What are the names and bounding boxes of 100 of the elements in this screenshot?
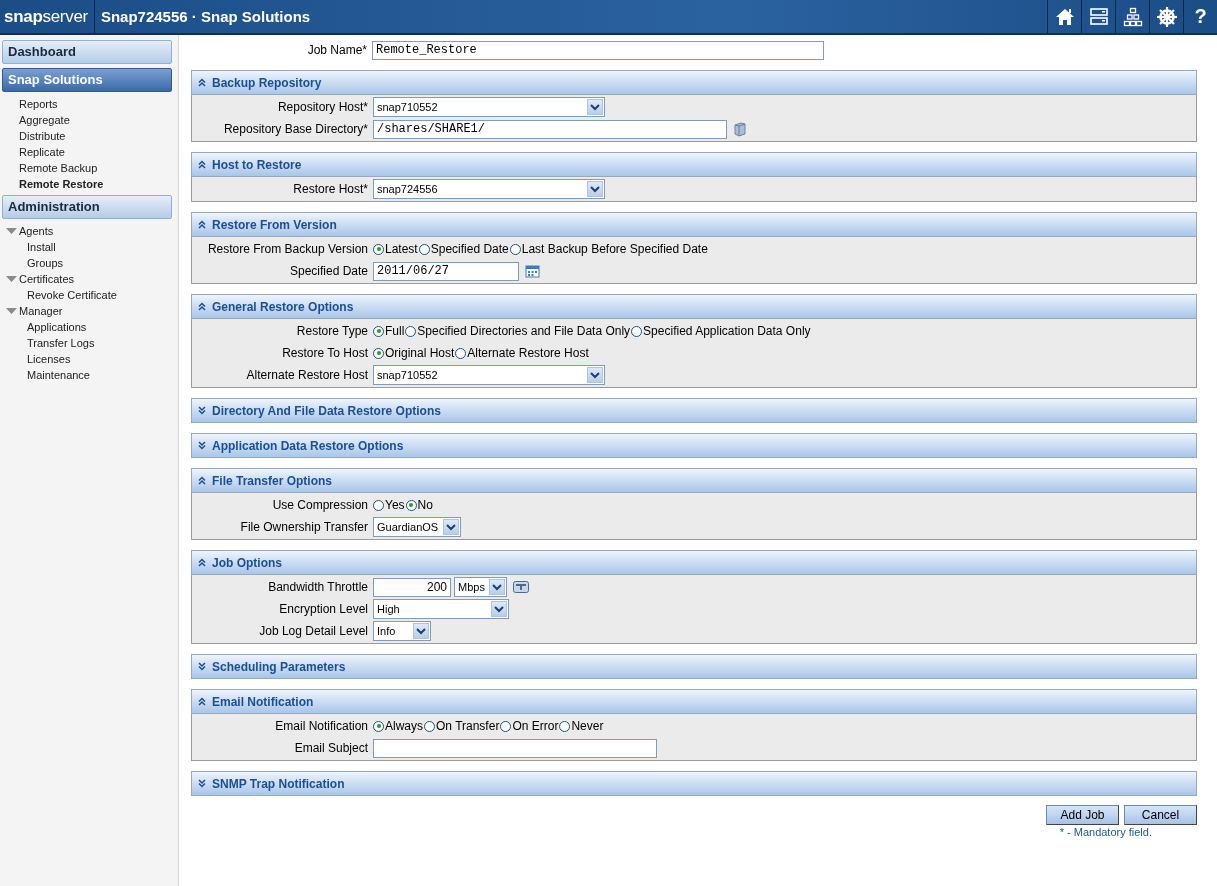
radio-label[interactable]: Original Host xyxy=(385,346,455,360)
section-header[interactable]: Host to Restore xyxy=(191,152,1197,177)
triangle-icon[interactable] xyxy=(6,275,17,283)
section-header[interactable]: Backup Repository xyxy=(191,70,1197,95)
radio-button[interactable] xyxy=(405,499,417,511)
field-label: Restore To Host xyxy=(281,346,369,360)
triangle-icon[interactable] xyxy=(6,307,17,315)
dropdown[interactable]: High xyxy=(373,599,509,619)
dropdown[interactable]: snap710552 xyxy=(373,97,605,117)
radio-label[interactable]: Last Backup Before Specified Date xyxy=(521,242,708,256)
sidebar-item[interactable]: Groups xyxy=(0,255,178,271)
radio-label[interactable]: On Error xyxy=(512,719,559,733)
section-header[interactable]: Job Options xyxy=(191,550,1197,575)
section-header[interactable]: File Transfer Options xyxy=(191,468,1197,493)
radio-button[interactable] xyxy=(559,720,571,732)
radio-button[interactable] xyxy=(373,499,384,511)
field-label: Job Log Detail Level xyxy=(258,624,369,638)
sidebar-item[interactable]: Reports xyxy=(0,96,178,112)
field-label: File Ownership Transfer xyxy=(239,520,369,534)
help-button[interactable]: ? xyxy=(1183,0,1217,33)
radio-button[interactable] xyxy=(631,325,643,337)
sidebar-item[interactable]: Remote Backup xyxy=(0,160,178,176)
radio-label[interactable]: Latest xyxy=(385,242,418,256)
sidebar-item[interactable]: Revoke Certificate xyxy=(0,287,178,303)
dropdown[interactable]: GuardianOS xyxy=(373,517,461,537)
radio-button[interactable] xyxy=(373,720,384,732)
chevron-icon[interactable] xyxy=(198,220,206,229)
radio-label[interactable]: Always xyxy=(385,719,423,733)
chevron-icon[interactable] xyxy=(198,406,206,415)
date-field[interactable]: 2011/06/27 xyxy=(373,261,519,281)
radio-button[interactable] xyxy=(373,347,384,359)
chevron-icon[interactable] xyxy=(198,476,206,485)
sidebar-group[interactable]: Manager xyxy=(19,303,63,319)
dropdown[interactable]: Info xyxy=(373,621,431,641)
radio-button[interactable] xyxy=(500,720,512,732)
chevron-icon[interactable] xyxy=(198,662,206,671)
field-label: Email Subject xyxy=(293,741,369,755)
dropdown[interactable]: snap710552 xyxy=(373,365,605,385)
sidebar-item[interactable]: Aggregate xyxy=(0,112,178,128)
sidebar-item[interactable]: Install xyxy=(0,239,178,255)
chevron-icon[interactable] xyxy=(198,160,206,169)
form-button[interactable]: Cancel xyxy=(1124,805,1197,825)
radio-label[interactable]: No xyxy=(417,498,433,512)
chevron-icon[interactable] xyxy=(198,441,206,450)
sidebar-item[interactable]: Remote Restore xyxy=(0,176,178,192)
chevron-icon[interactable] xyxy=(198,558,206,567)
unit-dropdown[interactable]: Mbps xyxy=(454,577,507,597)
section-header[interactable]: Directory And File Data Restore Options xyxy=(191,398,1197,423)
chevron-icon[interactable] xyxy=(198,78,206,87)
sidebar-item[interactable]: Maintenance xyxy=(0,367,178,383)
chevron-icon[interactable] xyxy=(198,779,206,788)
radio-label[interactable]: Never xyxy=(571,719,604,733)
field-label: Alternate Restore Host xyxy=(245,368,369,382)
radio-label[interactable]: Specified Date xyxy=(430,242,509,256)
sidebar-item[interactable]: Applications xyxy=(0,319,178,335)
sidebar-section-header[interactable]: Administration xyxy=(2,195,172,219)
radio-label[interactable]: Yes xyxy=(385,498,405,512)
server-icon[interactable] xyxy=(733,121,747,137)
calendar-icon[interactable] xyxy=(525,264,540,278)
section-header[interactable]: Email Notification xyxy=(191,689,1197,714)
radio-label[interactable]: On Transfer xyxy=(436,719,500,733)
radio-button[interactable] xyxy=(373,243,384,255)
chevron-icon[interactable] xyxy=(198,302,206,311)
radio-label[interactable]: Specified Application Data Only xyxy=(643,324,811,338)
directory-field[interactable]: /shares/SHARE1/ xyxy=(373,119,727,139)
radio-button[interactable] xyxy=(455,347,467,359)
field-label: Restore From Backup Version xyxy=(206,242,369,256)
radio-label[interactable]: Alternate Restore Host xyxy=(467,346,589,360)
sidebar-item[interactable]: Replicate xyxy=(0,144,178,160)
sidebar-group[interactable]: Certificates xyxy=(19,271,75,287)
job-name-field[interactable]: Remote_Restore xyxy=(372,40,824,60)
email-subject-field[interactable] xyxy=(373,738,657,758)
section-header[interactable]: Scheduling Parameters xyxy=(191,654,1197,679)
radio-button[interactable] xyxy=(509,243,521,255)
sidebar-item[interactable]: Licenses xyxy=(0,351,178,367)
chevron-icon[interactable] xyxy=(198,697,206,706)
field-label: Restore Host* xyxy=(292,182,369,196)
sidebar-item[interactable]: Distribute xyxy=(0,128,178,144)
sidebar-section-header[interactable]: Snap Solutions xyxy=(2,68,172,92)
bandwidth-field[interactable]: 200 xyxy=(373,577,451,597)
keyboard-icon[interactable] xyxy=(513,581,529,593)
radio-button[interactable] xyxy=(424,720,435,732)
radio-label[interactable]: Specified Directories and File Data Only xyxy=(417,324,631,338)
radio-button[interactable] xyxy=(373,325,384,337)
section-header[interactable]: Application Data Restore Options xyxy=(191,433,1197,458)
section-header[interactable]: General Restore Options xyxy=(191,294,1197,319)
radio-button[interactable] xyxy=(405,325,417,337)
sidebar-group[interactable]: Agents xyxy=(19,223,54,239)
section-header[interactable]: SNMP Trap Notification xyxy=(191,771,1197,796)
sidebar-section-header[interactable]: Dashboard xyxy=(2,40,172,64)
section-header[interactable]: Restore From Version xyxy=(191,212,1197,237)
radio-button[interactable] xyxy=(418,243,430,255)
form-button[interactable]: Add Job xyxy=(1046,805,1119,825)
triangle-icon[interactable] xyxy=(6,227,17,235)
field-label: Use Compression xyxy=(271,498,369,512)
radio-label[interactable]: Full xyxy=(385,324,405,338)
sidebar-item[interactable]: Transfer Logs xyxy=(0,335,178,351)
mandatory-note: * - Mandatory field. xyxy=(1059,826,1152,838)
field-label: Encryption Level xyxy=(278,602,369,616)
dropdown[interactable]: snap724556 xyxy=(373,179,605,199)
